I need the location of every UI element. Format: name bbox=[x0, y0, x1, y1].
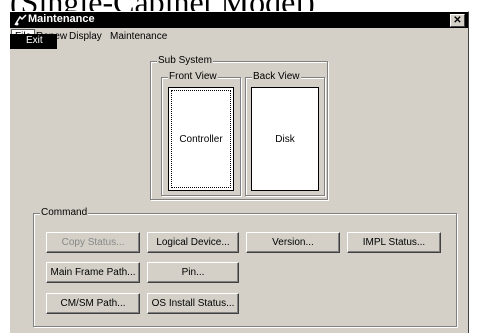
version-button[interactable]: Version... bbox=[246, 232, 340, 253]
close-icon: ✕ bbox=[453, 15, 462, 26]
disk-panel[interactable]: Disk bbox=[251, 87, 319, 191]
pin-button[interactable]: Pin... bbox=[147, 262, 239, 283]
menu-exit[interactable]: Exit bbox=[26, 35, 43, 46]
logical-device-button[interactable]: Logical Device... bbox=[147, 232, 239, 253]
menu-display[interactable]: Display bbox=[66, 30, 105, 43]
focus-rect bbox=[171, 90, 231, 188]
close-button[interactable]: ✕ bbox=[450, 14, 465, 27]
menu-maintenance[interactable]: Maintenance bbox=[107, 30, 170, 43]
main-frame-path-button[interactable]: Main Frame Path... bbox=[46, 262, 140, 283]
cm-sm-path-button[interactable]: CM/SM Path... bbox=[46, 293, 140, 314]
copy-status-button[interactable]: Copy Status... bbox=[46, 232, 140, 253]
controller-panel[interactable]: Controller bbox=[168, 87, 234, 191]
back-view-label: Back View bbox=[252, 71, 301, 82]
command-label: Command bbox=[40, 207, 89, 218]
front-view-label: Front View bbox=[168, 71, 218, 82]
disk-label: Disk bbox=[275, 133, 295, 145]
file-dropdown: Exit bbox=[10, 34, 57, 49]
window-title: Maintenance bbox=[28, 13, 95, 25]
os-install-status-button[interactable]: OS Install Status... bbox=[147, 293, 239, 314]
subsystem-label: Sub System bbox=[157, 55, 213, 66]
maintenance-app-icon bbox=[14, 14, 27, 26]
menu-bar: File Renew Display Maintenance bbox=[10, 29, 468, 45]
title-bar: Maintenance ✕ bbox=[10, 12, 468, 28]
impl-status-button[interactable]: IMPL Status... bbox=[347, 232, 441, 253]
